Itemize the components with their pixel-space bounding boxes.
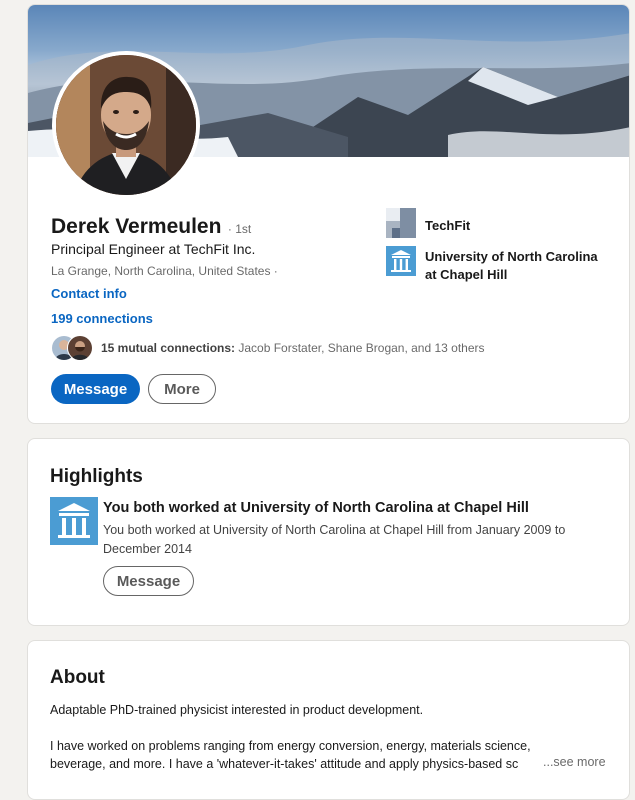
about-paragraph-1: Adaptable PhD-trained physicist interest… <box>50 703 424 717</box>
highlight-item-title: You both worked at University of North C… <box>103 500 529 516</box>
highlights-card: Highlights You both worked at University… <box>27 438 630 626</box>
mutual-connections-names: Jacob Forstater, Shane Brogan, and 13 ot… <box>235 341 485 355</box>
message-button[interactable]: Message <box>51 374 140 404</box>
see-more-link[interactable]: ...see more <box>535 755 606 769</box>
about-paragraph-2-line-1: I have worked on problems ranging from e… <box>50 739 531 753</box>
profile-headline: Principal Engineer at TechFit Inc. <box>51 241 256 257</box>
education-unc-name: University of North Carolina at Chapel H… <box>425 249 598 282</box>
mutual-avatar <box>67 335 93 361</box>
about-paragraph-2-line-2: beverage, and more. I have a 'whatever-i… <box>50 757 519 771</box>
mutual-connections-count: 15 mutual connections: <box>101 341 236 355</box>
profile-location: La Grange, North Carolina, United States… <box>51 264 278 278</box>
about-title: About <box>50 667 105 688</box>
highlight-message-button[interactable]: Message <box>103 566 194 596</box>
profile-name: Derek Vermeulen <box>51 215 222 238</box>
techfit-logo-icon <box>386 208 416 238</box>
experience-techfit-name: TechFit <box>425 218 471 233</box>
unc-logo-icon <box>386 246 416 276</box>
highlight-item-description: You both worked at University of North C… <box>103 523 566 556</box>
mutual-connection-avatars[interactable] <box>51 335 95 361</box>
name-row: Derek Vermeulen · 1st <box>51 215 251 239</box>
about-card: About Adaptable PhD-trained physicist in… <box>27 640 630 800</box>
connection-degree: · 1st <box>227 222 252 236</box>
more-button[interactable]: More <box>148 374 216 404</box>
unc-logo-icon[interactable] <box>50 497 98 545</box>
highlights-title: Highlights <box>50 466 143 487</box>
profile-photo[interactable] <box>52 51 200 199</box>
profile-card: Derek Vermeulen · 1st Principal Engineer… <box>27 4 630 424</box>
contact-info-link[interactable]: Contact info <box>51 286 127 301</box>
mutual-connections-text[interactable]: 15 mutual connections: Jacob Forstater, … <box>101 341 485 355</box>
connections-link[interactable]: 199 connections <box>51 311 153 326</box>
